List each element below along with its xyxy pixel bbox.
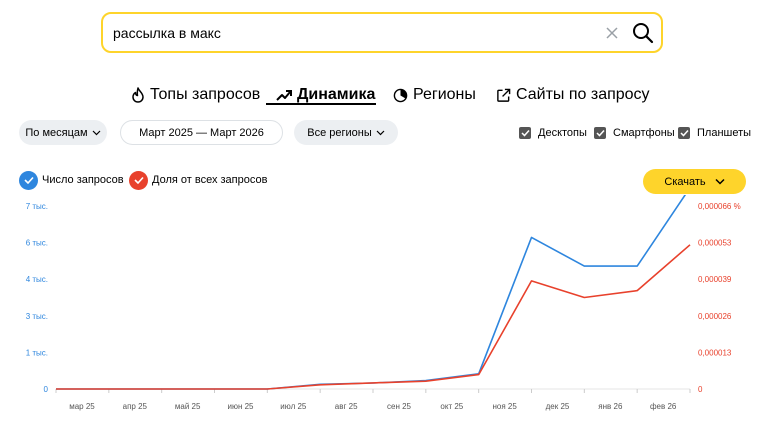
region-select[interactable]: Все регионы — [294, 120, 398, 145]
checkbox-label: Смартфоны — [613, 126, 675, 139]
chart-axes: мар 25 апр 25 май 25 июн 25 июл 25 авг 25 сен … — [26, 202, 741, 411]
chevron-down-icon — [376, 130, 385, 135]
download-button-label: Скачать — [664, 175, 706, 188]
y-right-tick-label: 0,000013 — [698, 348, 732, 357]
y-left-tick-label: 6 тыс. — [26, 239, 48, 248]
period-select-label: По месяцам — [25, 126, 88, 139]
date-range-picker[interactable]: Март 2025 — Март 2026 — [120, 120, 283, 145]
trend-icon — [276, 90, 292, 101]
chevron-down-icon — [92, 130, 101, 135]
external-link-icon — [497, 88, 511, 102]
tab-label: Сайты по запросу — [516, 86, 650, 103]
y-left-tick-label: 0 — [44, 385, 49, 394]
tab-label: Регионы — [413, 86, 476, 103]
y-right-tick-label: 0 — [698, 385, 703, 394]
flame-icon — [132, 87, 144, 103]
chart-series — [56, 195, 691, 390]
checkbox-checked-icon — [519, 126, 531, 139]
search-box[interactable] — [101, 12, 663, 53]
tabs: Топы запросов Динамика Регионы Сайты по … — [0, 84, 760, 106]
x-tick-label: окт 25 — [440, 402, 463, 411]
tab-regions[interactable]: Регионы — [393, 84, 476, 106]
y-left-tick-label: 4 тыс. — [26, 275, 48, 284]
y-left-tick-label: 3 тыс. — [26, 312, 48, 321]
checkbox-checked-icon — [678, 126, 690, 139]
y-right-tick-label: 0,000066 % — [698, 202, 741, 211]
search-input[interactable] — [113, 22, 583, 44]
y-right-unit-label: % — [731, 202, 740, 211]
y-left-tick-label: 1 тыс. — [26, 348, 48, 357]
y-right-tick-label: 0,000039 — [698, 275, 732, 284]
region-select-label: Все регионы — [307, 126, 372, 139]
checkbox-desktops[interactable]: Десктопы — [519, 126, 587, 139]
legend-count-label: Число запросов — [42, 174, 124, 186]
x-tick-label: янв 26 — [598, 402, 623, 411]
x-tick-label: июл 25 — [280, 402, 307, 411]
tab-label: Топы запросов — [150, 86, 261, 103]
legend-share-toggle[interactable]: Доля от всех запросов — [129, 170, 267, 190]
active-tab-underline — [266, 103, 376, 105]
search-icon[interactable] — [631, 21, 655, 45]
x-tick-label: авг 25 — [335, 402, 358, 411]
tab-label: Динамика — [297, 86, 376, 103]
tab-tops[interactable]: Топы запросов — [131, 84, 260, 106]
checkbox-label: Десктопы — [538, 126, 587, 139]
legend-count-toggle[interactable]: Число запросов — [19, 170, 124, 190]
series-line-count — [56, 195, 687, 390]
check-icon — [129, 170, 148, 190]
y-right-tick-label: 0,000026 — [698, 312, 732, 321]
checkbox-tablets[interactable]: Планшеты — [678, 126, 751, 139]
x-tick-label: фев 26 — [650, 402, 677, 411]
period-select[interactable]: По месяцам — [19, 120, 107, 145]
y-right-tick-label: 0,000053 — [698, 239, 732, 248]
x-tick-label: апр 25 — [123, 402, 148, 411]
dynamics-chart: мар 25 апр 25 май 25 июн 25 июл 25 авг 25 сен … — [26, 195, 741, 411]
tab-sites[interactable]: Сайты по запросу — [496, 84, 650, 106]
date-range-label: Март 2025 — Март 2026 — [139, 126, 264, 139]
x-tick-label: июн 25 — [227, 402, 254, 411]
pie-icon — [393, 88, 408, 102]
x-tick-label: дек 25 — [546, 402, 570, 411]
x-tick-label: май 25 — [175, 402, 201, 411]
checkbox-label: Планшеты — [697, 126, 752, 139]
x-tick-label: ноя 25 — [493, 402, 518, 411]
checkbox-smartphones[interactable]: Смартфоны — [594, 126, 675, 139]
chevron-down-icon — [715, 178, 725, 185]
x-tick-label: мар 25 — [69, 402, 95, 411]
download-button[interactable]: Скачать — [643, 169, 746, 194]
clear-icon[interactable] — [602, 23, 622, 43]
y-left-tick-label: 7 тыс. — [26, 202, 48, 211]
x-tick-label: сен 25 — [387, 402, 412, 411]
checkbox-checked-icon — [594, 126, 606, 139]
legend-share-label: Доля от всех запросов — [152, 174, 268, 186]
check-icon — [19, 170, 38, 190]
